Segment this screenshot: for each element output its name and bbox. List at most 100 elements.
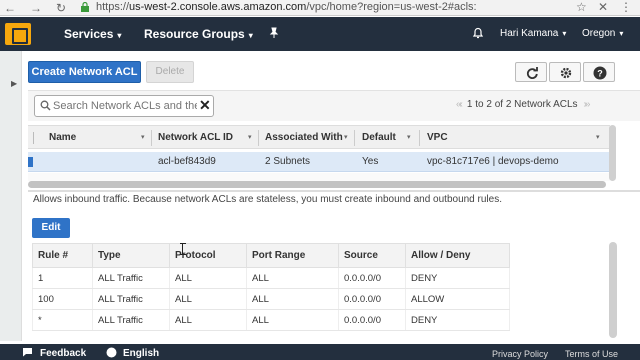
settings-button[interactable] <box>549 62 581 82</box>
cell-type: ALL Traffic <box>92 267 170 289</box>
column-header-port-range: Port Range <box>246 243 339 268</box>
cell-port: ALL <box>246 309 339 331</box>
cell-action: DENY <box>405 309 510 331</box>
lock-icon <box>81 2 89 12</box>
cell-type: ALL Traffic <box>92 288 170 310</box>
chevron-right-icon: ▶ <box>11 79 18 88</box>
cell-source: 0.0.0.0/0 <box>338 288 406 310</box>
cell-action: ALLOW <box>405 288 510 310</box>
column-header-allow-deny: Allow / Deny <box>405 243 510 268</box>
sort-icon[interactable]: ▾ <box>596 133 600 141</box>
column-header-acl-id[interactable]: Network ACL ID <box>158 132 233 143</box>
cell-action: DENY <box>405 267 510 289</box>
column-header-default[interactable]: Default <box>362 132 396 143</box>
cell-acl-id: acl-bef843d9 <box>158 156 216 167</box>
cell-rule: 1 <box>32 267 93 289</box>
sort-icon[interactable]: ▾ <box>407 133 411 141</box>
region-menu[interactable]: Oregon ▾ <box>582 28 623 39</box>
cell-port: ALL <box>246 288 339 310</box>
column-header-name[interactable]: Name <box>49 132 76 143</box>
edit-button[interactable]: Edit <box>32 218 70 238</box>
help-icon: ? <box>593 66 607 80</box>
reload-icon[interactable]: ↻ <box>56 1 66 15</box>
search-icon <box>40 100 51 111</box>
text-cursor-icon <box>180 243 187 255</box>
chevron-down-icon: ▾ <box>117 31 122 40</box>
cell-rule: * <box>32 309 93 331</box>
column-header-vpc[interactable]: VPC <box>427 132 448 143</box>
cell-vpc: vpc-81c717e6 | devops-demo <box>427 156 559 167</box>
table-row: 1 ALL Traffic ALL ALL 0.0.0.0/0 DENY <box>32 267 510 289</box>
column-header-source: Source <box>338 243 406 268</box>
cell-type: ALL Traffic <box>92 309 170 331</box>
feedback-link[interactable]: Feedback <box>40 348 86 359</box>
vertical-scrollbar[interactable] <box>609 125 616 181</box>
services-menu[interactable]: Services ▾ <box>64 27 121 41</box>
aws-logo-icon[interactable] <box>5 23 31 45</box>
close-icon[interactable]: ✕ <box>598 0 608 14</box>
browser-address-bar: ← → ↻ https://us-west-2.console.aws.amaz… <box>0 0 640 16</box>
sort-icon[interactable]: ▾ <box>344 133 348 141</box>
console-footer: Feedback English Privacy Policy Terms of… <box>0 344 640 360</box>
row-checkbox[interactable] <box>28 157 33 167</box>
sort-icon[interactable]: ▾ <box>141 133 145 141</box>
resource-groups-menu[interactable]: Resource Groups ▾ <box>144 27 253 41</box>
select-all-checkbox[interactable] <box>28 132 34 144</box>
terms-of-use-link[interactable]: Terms of Use <box>565 349 618 359</box>
create-network-acl-button[interactable]: Create Network ACL <box>28 61 141 83</box>
clear-search-icon[interactable]: ✕ <box>199 97 211 114</box>
pagination-text: 1 to 2 of 2 Network ACLs <box>466 99 578 110</box>
column-header-type: Type <box>92 243 170 268</box>
pin-icon[interactable] <box>268 27 280 39</box>
gear-icon <box>560 67 572 79</box>
table-row: 100 ALL Traffic ALL ALL 0.0.0.0/0 ALLOW <box>32 288 510 310</box>
privacy-policy-link[interactable]: Privacy Policy <box>492 349 548 359</box>
horizontal-scrollbar[interactable] <box>28 181 606 188</box>
sort-icon[interactable]: ▾ <box>248 133 252 141</box>
vertical-scrollbar[interactable] <box>609 242 617 338</box>
forward-icon[interactable]: → <box>30 1 42 15</box>
side-nav-toggle[interactable]: ▶ <box>0 51 22 341</box>
inbound-rules-table: Rule # Type Protocol Port Range Source A… <box>32 243 510 331</box>
table-row: * ALL Traffic ALL ALL 0.0.0.0/0 DENY <box>32 309 510 331</box>
bookmark-star-icon[interactable]: ☆ <box>576 0 587 14</box>
help-button[interactable]: ? <box>583 62 615 82</box>
language-selector[interactable]: English <box>123 348 159 359</box>
table-row[interactable]: acl-bef843d9 2 Subnets Yes vpc-81c717e6 … <box>28 152 610 172</box>
back-icon[interactable]: ← <box>4 1 16 15</box>
aws-top-nav: Services ▾ Resource Groups ▾ Hari Kamana ▾ … <box>0 17 640 51</box>
next-page-icon[interactable]: ›» <box>584 99 591 110</box>
user-menu[interactable]: Hari Kamana ▾ <box>500 28 566 39</box>
refresh-icon <box>526 67 538 79</box>
bell-icon[interactable] <box>472 27 484 40</box>
pagination: «‹ 1 to 2 of 2 Network ACLs ›» <box>456 99 591 110</box>
table-row-partial <box>28 173 610 181</box>
cell-protocol: ALL <box>169 267 247 289</box>
column-header-rule: Rule # <box>32 243 93 268</box>
globe-icon <box>106 347 117 358</box>
chevron-down-icon: ▾ <box>248 31 253 40</box>
cell-rule: 100 <box>32 288 93 310</box>
cell-associated: 2 Subnets <box>265 156 311 167</box>
cell-source: 0.0.0.0/0 <box>338 267 406 289</box>
first-page-icon[interactable]: «‹ <box>456 99 463 110</box>
cell-protocol: ALL <box>169 288 247 310</box>
cell-default: Yes <box>362 156 379 167</box>
info-text: Allows inbound traffic. Because network … <box>33 194 502 205</box>
chevron-down-icon: ▾ <box>562 29 567 38</box>
acl-table-header: Name ▾ Network ACL ID ▾ Associated With … <box>28 125 610 149</box>
cell-source: 0.0.0.0/0 <box>338 309 406 331</box>
column-header-associated[interactable]: Associated With <box>265 132 343 143</box>
cell-port: ALL <box>246 267 339 289</box>
chevron-down-icon: ▾ <box>619 29 624 38</box>
search-input[interactable] <box>53 98 197 114</box>
svg-text:?: ? <box>597 69 603 79</box>
refresh-button[interactable] <box>515 62 547 82</box>
cell-protocol: ALL <box>169 309 247 331</box>
more-menu-icon[interactable]: ⋮ <box>620 0 632 14</box>
speech-bubble-icon <box>23 348 32 357</box>
url-text[interactable]: https://us-west-2.console.aws.amazon.com… <box>96 1 477 13</box>
delete-button[interactable]: Delete <box>146 61 194 83</box>
panel-divider[interactable] <box>28 190 640 192</box>
search-field[interactable]: ✕ <box>34 95 214 117</box>
